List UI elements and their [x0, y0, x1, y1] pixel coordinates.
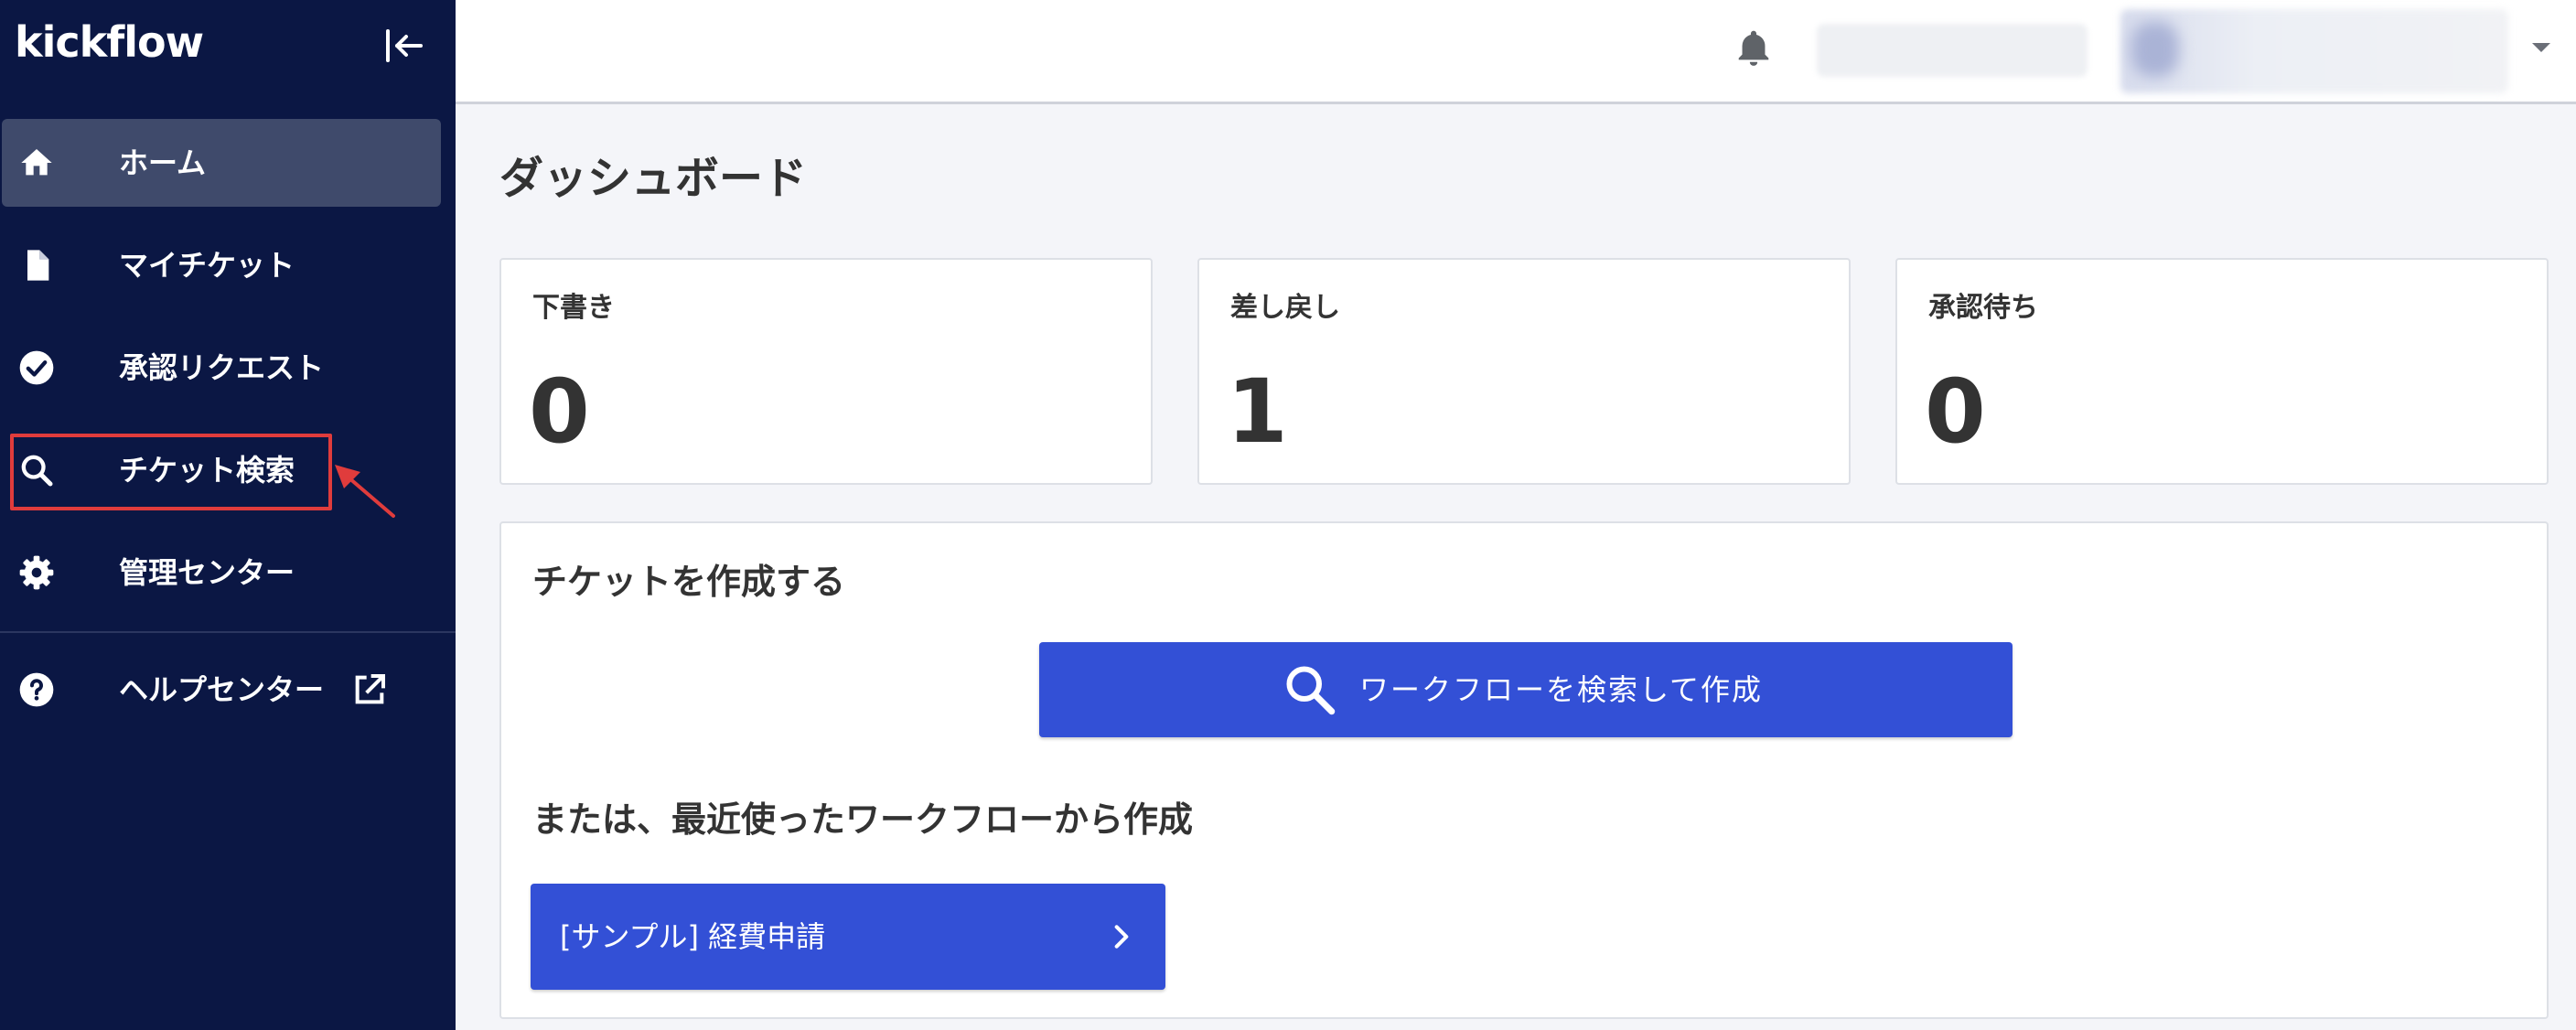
stat-card-drafts[interactable]: 下書き 0	[499, 258, 1153, 485]
create-ticket-heading: チケットを作成する	[532, 562, 846, 602]
caret-down-icon[interactable]	[2528, 38, 2554, 57]
collapse-left-icon	[386, 29, 423, 62]
stat-card-returned[interactable]: 差し戻し 1	[1197, 258, 1851, 485]
bell-icon[interactable]	[1733, 26, 1775, 70]
document-icon	[18, 247, 55, 284]
top-bar	[456, 0, 2576, 104]
gear-icon	[18, 554, 55, 591]
external-link-icon	[355, 674, 385, 704]
app: kickflow ホーム マイチケット 承認リクエスト チケット検索 管理センタ…	[0, 0, 2576, 1030]
search-workflow-label: ワークフローを検索して作成	[1359, 672, 1764, 707]
sidebar-item-label: マイチケット	[119, 248, 295, 283]
help-circle-icon	[18, 671, 55, 708]
sidebar-divider	[0, 631, 456, 633]
sidebar-item-home[interactable]: ホーム	[2, 119, 441, 207]
search-workflow-button[interactable]: ワークフローを検索して作成	[1039, 642, 2012, 737]
stat-label: 承認待ち	[1928, 292, 2038, 324]
sidebar-item-label: 承認リクエスト	[119, 350, 325, 385]
avatar	[2131, 22, 2179, 77]
stat-value: 0	[1925, 360, 1986, 463]
brand-logo[interactable]: kickflow	[15, 13, 204, 71]
recent-workflows-heading: または、最近使ったワークフローから作成	[532, 799, 1194, 840]
sidebar-item-my-tickets[interactable]: マイチケット	[2, 221, 441, 309]
recent-workflow-button[interactable]: [サンプル] 経費申請	[531, 884, 1165, 990]
collapse-sidebar-button[interactable]	[377, 20, 432, 71]
sidebar-item-label: チケット検索	[119, 453, 295, 488]
chevron-right-icon	[1114, 925, 1129, 949]
blurred-organization-name	[1817, 24, 2088, 77]
home-icon	[18, 145, 55, 181]
sidebar-item-label: ホーム	[119, 145, 207, 180]
stat-label: 下書き	[532, 292, 615, 324]
check-circle-icon	[18, 349, 55, 386]
page-title: ダッシュボード	[499, 153, 808, 204]
stat-card-pending-approval[interactable]: 承認待ち 0	[1895, 258, 2549, 485]
sidebar-item-admin-center[interactable]: 管理センター	[2, 529, 441, 617]
stat-value: 1	[1227, 360, 1288, 463]
sidebar-item-approval-requests[interactable]: 承認リクエスト	[2, 324, 441, 412]
search-icon	[18, 452, 55, 488]
stat-label: 差し戻し	[1230, 292, 1340, 324]
annotation-arrow-icon	[335, 465, 395, 518]
search-icon	[1286, 666, 1336, 715]
create-ticket-panel: チケットを作成する ワークフローを検索して作成 または、最近使ったワークフローか…	[499, 521, 2549, 1019]
sidebar-item-label: 管理センター	[119, 555, 295, 590]
stat-value: 0	[529, 360, 590, 463]
sidebar-item-label: ヘルプセンター	[119, 672, 325, 707]
recent-workflow-label: [サンプル] 経費申請	[560, 919, 826, 954]
